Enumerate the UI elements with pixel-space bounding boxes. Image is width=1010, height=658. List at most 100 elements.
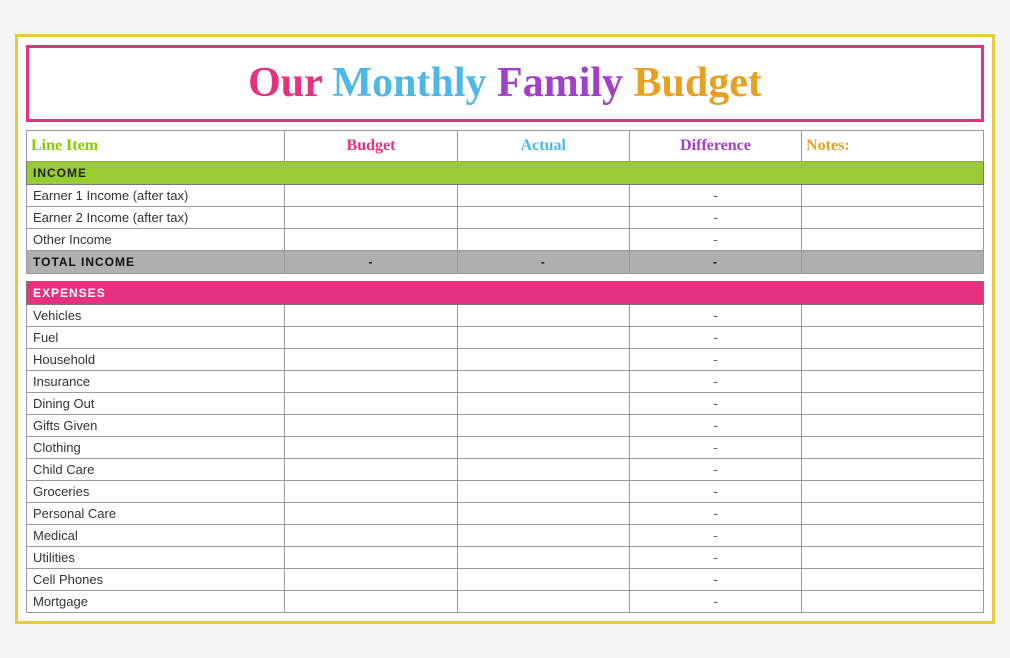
expense-row-difference: - (629, 326, 801, 348)
expense-row-notes[interactable] (802, 392, 984, 414)
expense-row: Household - (27, 348, 984, 370)
expense-row-notes[interactable] (802, 502, 984, 524)
income-row: Other Income - (27, 228, 984, 250)
expense-row-budget[interactable] (285, 370, 457, 392)
expense-row-notes[interactable] (802, 348, 984, 370)
expense-row-budget[interactable] (285, 458, 457, 480)
income-row-label: Earner 1 Income (after tax) (27, 184, 285, 206)
expense-row-actual[interactable] (457, 326, 629, 348)
expense-row: Vehicles - (27, 304, 984, 326)
header-lineitem: Line Item (27, 130, 285, 161)
expense-row: Utilities - (27, 546, 984, 568)
expense-row-notes[interactable] (802, 590, 984, 612)
expense-row-notes[interactable] (802, 436, 984, 458)
expense-row-budget[interactable] (285, 326, 457, 348)
income-row-notes[interactable] (802, 228, 984, 250)
expense-row-actual[interactable] (457, 502, 629, 524)
expense-row-actual[interactable] (457, 370, 629, 392)
expense-row-difference: - (629, 414, 801, 436)
income-row-difference: - (629, 184, 801, 206)
expense-row-actual[interactable] (457, 480, 629, 502)
total-income-difference: - (629, 250, 801, 273)
expenses-section-header: EXPENSES (27, 281, 984, 304)
expense-row-difference: - (629, 590, 801, 612)
expense-row-actual[interactable] (457, 348, 629, 370)
expense-row-difference: - (629, 568, 801, 590)
expense-row-actual[interactable] (457, 524, 629, 546)
expense-row-label: Personal Care (27, 502, 285, 524)
expense-row-notes[interactable] (802, 304, 984, 326)
title-budget: Budget (634, 60, 762, 106)
total-income-label: TOTAL INCOME (27, 250, 285, 273)
income-row-actual[interactable] (457, 206, 629, 228)
expense-row-budget[interactable] (285, 304, 457, 326)
expense-row-notes[interactable] (802, 524, 984, 546)
expense-row-budget[interactable] (285, 348, 457, 370)
expense-row: Groceries - (27, 480, 984, 502)
expense-row-label: Fuel (27, 326, 285, 348)
expense-row-difference: - (629, 436, 801, 458)
expense-row-actual[interactable] (457, 304, 629, 326)
expense-row: Insurance - (27, 370, 984, 392)
expense-row-budget[interactable] (285, 568, 457, 590)
expense-row-actual[interactable] (457, 436, 629, 458)
table-header-row: Line Item Budget Actual Difference Notes… (27, 130, 984, 161)
expense-row-actual[interactable] (457, 568, 629, 590)
expense-row-budget[interactable] (285, 436, 457, 458)
income-row-budget[interactable] (285, 184, 457, 206)
expense-row-notes[interactable] (802, 370, 984, 392)
expense-row-budget[interactable] (285, 480, 457, 502)
expense-row: Dining Out - (27, 392, 984, 414)
expense-row-notes[interactable] (802, 546, 984, 568)
expense-row-label: Dining Out (27, 392, 285, 414)
expense-row-difference: - (629, 304, 801, 326)
total-income-budget: - (285, 250, 457, 273)
expense-row-budget[interactable] (285, 546, 457, 568)
expense-row-actual[interactable] (457, 458, 629, 480)
expense-row-notes[interactable] (802, 458, 984, 480)
income-row-notes[interactable] (802, 184, 984, 206)
expense-row-budget[interactable] (285, 392, 457, 414)
expense-row-actual[interactable] (457, 414, 629, 436)
expense-row-label: Gifts Given (27, 414, 285, 436)
expense-row: Mortgage - (27, 590, 984, 612)
title-box: Our Monthly Family Budget (26, 45, 984, 121)
expense-row-budget[interactable] (285, 524, 457, 546)
expense-row-notes[interactable] (802, 568, 984, 590)
income-row: Earner 1 Income (after tax) - (27, 184, 984, 206)
total-income-actual: - (457, 250, 629, 273)
expense-row-label: Cell Phones (27, 568, 285, 590)
income-row-budget[interactable] (285, 228, 457, 250)
title-monthly: Monthly (333, 60, 498, 106)
expense-row-label: Groceries (27, 480, 285, 502)
total-income-notes (802, 250, 984, 273)
expense-row-budget[interactable] (285, 590, 457, 612)
expense-row-label: Insurance (27, 370, 285, 392)
expense-row-label: Child Care (27, 458, 285, 480)
expense-row-actual[interactable] (457, 590, 629, 612)
expense-row-notes[interactable] (802, 414, 984, 436)
expense-row: Child Care - (27, 458, 984, 480)
expense-row: Clothing - (27, 436, 984, 458)
expense-row-notes[interactable] (802, 326, 984, 348)
expense-row: Personal Care - (27, 502, 984, 524)
expense-row-budget[interactable] (285, 414, 457, 436)
spacer-row (27, 273, 984, 281)
income-row-actual[interactable] (457, 184, 629, 206)
header-budget: Budget (285, 130, 457, 161)
income-row-actual[interactable] (457, 228, 629, 250)
expense-row-difference: - (629, 502, 801, 524)
expense-row-actual[interactable] (457, 546, 629, 568)
expense-row-label: Mortgage (27, 590, 285, 612)
expense-row-difference: - (629, 392, 801, 414)
expense-row-notes[interactable] (802, 480, 984, 502)
expense-row-actual[interactable] (457, 392, 629, 414)
income-row-budget[interactable] (285, 206, 457, 228)
expense-row-budget[interactable] (285, 502, 457, 524)
header-actual: Actual (457, 130, 629, 161)
income-row-notes[interactable] (802, 206, 984, 228)
expense-row-label: Vehicles (27, 304, 285, 326)
title-family: Family (497, 60, 633, 106)
expense-row-difference: - (629, 370, 801, 392)
total-income-row: TOTAL INCOME - - - (27, 250, 984, 273)
